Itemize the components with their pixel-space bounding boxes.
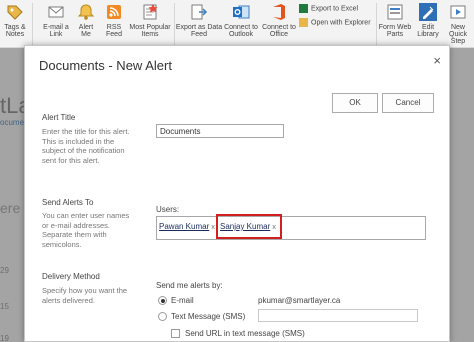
- form-web-parts-label: Form Web Parts: [378, 24, 412, 38]
- delivery-method-heading: Delivery Method: [42, 272, 100, 281]
- send-alerts-to-description: You can enter user names or e-mail addre…: [42, 211, 130, 249]
- email-link-button[interactable]: E-mail a Link: [40, 2, 72, 38]
- connect-office-label: Connect to Office: [262, 24, 296, 38]
- open-explorer-button[interactable]: Open with Explorer: [299, 18, 371, 27]
- delivery-method-description: Specify how you want the alerts delivere…: [42, 286, 128, 305]
- close-icon[interactable]: ×: [433, 53, 441, 68]
- most-popular-label: Most Popular Items: [129, 24, 171, 38]
- ribbon-separator: [32, 3, 33, 45]
- alert-bell-icon: [77, 4, 95, 20]
- users-label: Users:: [156, 205, 180, 214]
- tags-notes-label: Tags & Notes: [4, 24, 26, 38]
- send-alerts-to-heading: Send Alerts To: [42, 198, 94, 207]
- remove-user-icon[interactable]: x: [211, 222, 215, 231]
- rss-icon: [107, 5, 121, 19]
- alert-title-heading: Alert Title: [42, 113, 76, 122]
- outlook-icon: [233, 5, 250, 19]
- cancel-button[interactable]: Cancel: [382, 93, 434, 113]
- explorer-icon: [299, 18, 308, 27]
- email-icon: [48, 6, 64, 18]
- edit-library-label: Edit Library: [417, 24, 439, 38]
- edit-library-icon: [419, 3, 437, 21]
- excel-icon: [299, 4, 308, 13]
- rss-feed-label: RSS Feed: [106, 24, 122, 38]
- dialog-title: Documents - New Alert: [39, 58, 172, 73]
- send-alerts-by-label: Send me alerts by:: [156, 281, 223, 290]
- most-popular-button[interactable]: Most Popular Items: [128, 2, 172, 38]
- alert-title-description: Enter the title for this alert. This is …: [42, 127, 130, 165]
- sms-radio[interactable]: [158, 312, 167, 321]
- email-address: pkumar@smartlayer.ca: [258, 296, 341, 305]
- export-excel-button[interactable]: Export to Excel: [299, 4, 358, 13]
- export-data-feed-button[interactable]: Export as Data Feed: [174, 2, 224, 38]
- email-link-label: E-mail a Link: [43, 24, 69, 38]
- ribbon-separator: [376, 3, 377, 45]
- connect-outlook-button[interactable]: Connect to Outlook: [222, 2, 260, 38]
- highlight-box: [216, 214, 282, 239]
- user-chip[interactable]: Pawan Kumar x: [159, 222, 215, 231]
- sms-option-label: Text Message (SMS): [171, 312, 246, 321]
- tag-icon: [7, 5, 23, 20]
- form-web-parts-button[interactable]: Form Web Parts: [378, 2, 412, 38]
- sms-number-input[interactable]: [258, 309, 418, 322]
- users-picker-field[interactable]: Pawan Kumar x Sanjay Kumar x: [156, 216, 426, 240]
- ok-button[interactable]: OK: [332, 93, 378, 113]
- edit-library-button[interactable]: Edit Library: [414, 2, 442, 38]
- rss-feed-button[interactable]: RSS Feed: [102, 2, 126, 38]
- export-feed-icon: [191, 4, 208, 20]
- send-url-checkbox[interactable]: [171, 329, 180, 338]
- send-url-label: Send URL in text message (SMS): [185, 329, 305, 338]
- new-alert-dialog: Documents - New Alert × OK Cancel Alert …: [24, 45, 450, 342]
- office-icon: [273, 4, 285, 20]
- form-web-parts-icon: [387, 4, 403, 20]
- user-name[interactable]: Pawan Kumar: [159, 222, 209, 231]
- alert-title-input[interactable]: [156, 124, 284, 138]
- popular-items-icon: [143, 4, 158, 20]
- open-explorer-label: Open with Explorer: [311, 19, 371, 27]
- new-quick-step-button[interactable]: New Quick Step: [442, 2, 474, 45]
- tags-notes-button[interactable]: Tags & Notes: [0, 2, 30, 38]
- export-data-feed-label: Export as Data Feed: [175, 24, 223, 38]
- alert-me-button[interactable]: Alert Me: [74, 2, 98, 38]
- connect-office-button[interactable]: Connect to Office: [260, 2, 298, 38]
- alert-me-label: Alert Me: [78, 24, 94, 38]
- email-radio[interactable]: [158, 296, 167, 305]
- ribbon-toolbar: Tags & Notes E-mail a Link Alert Me RSS …: [0, 0, 474, 48]
- export-excel-label: Export to Excel: [311, 5, 359, 13]
- connect-outlook-label: Connect to Outlook: [224, 24, 258, 38]
- quick-step-icon: [450, 5, 466, 19]
- email-option-label: E-mail: [171, 296, 194, 305]
- new-quick-step-label: New Quick Step: [449, 24, 467, 45]
